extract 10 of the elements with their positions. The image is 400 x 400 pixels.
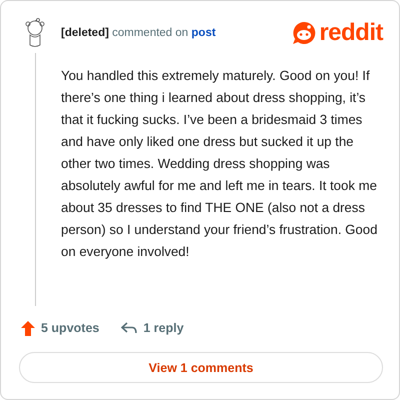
view-comments-button[interactable]: View 1 comments [19,352,383,383]
logo-text: reddit [319,19,383,47]
post-link[interactable]: post [191,27,216,39]
upvote-count: 5 upvotes [41,321,100,335]
upvote-arrow-icon[interactable] [21,320,35,336]
alien-logo-icon [292,21,316,45]
comment-meta: [deleted] commented on post [61,27,216,39]
reply-icon[interactable] [121,322,138,334]
comment-text: You handled this extremely maturely. Good on you! If there’s one thing i learned about dress shopping, it’s that it fucking sucks. I’ve been a bridesmaid 3 times and have only liked one dress but sucked it up the other two times. Wedding dress shopping was absolutely awful for me and left me in tears. It took me about 35 dresses to find THE ONE (also not a dress person) so I understand your friend’s frustration. Good on everyone involved! [61,67,378,261]
reply-count: 1 reply [143,321,184,335]
